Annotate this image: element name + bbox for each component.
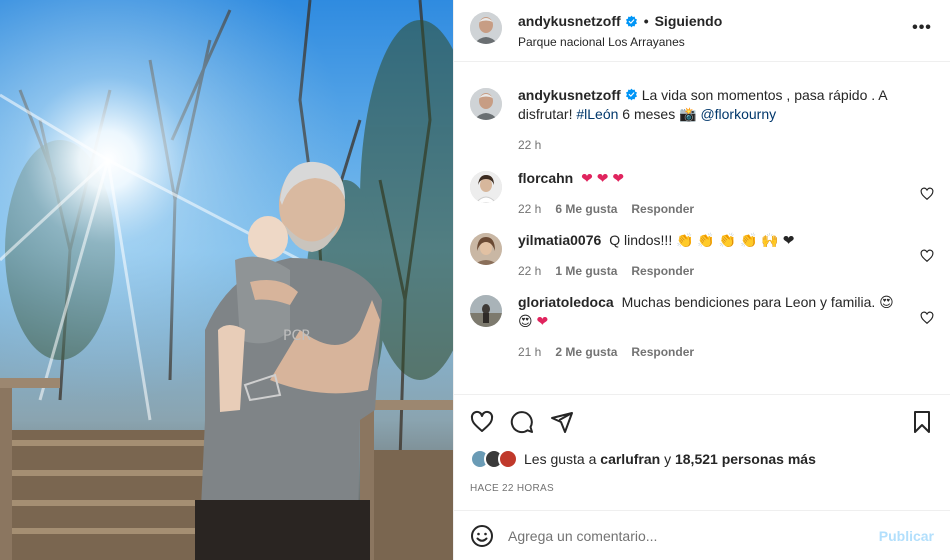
comment-username[interactable]: gloriatoledoca [518,294,614,310]
comment-avatar[interactable] [470,171,502,203]
like-comment-heart-icon[interactable] [920,187,934,201]
liker-avatar [498,449,518,469]
comment-emoji: 👏 👏 👏 👏 🙌 ❤ [676,232,795,248]
caption-mention[interactable]: @florkourny [700,106,776,122]
like-heart-icon[interactable] [470,410,494,434]
verified-badge-icon [625,88,637,101]
comment-username[interactable]: yilmatia0076 [518,232,601,248]
comment-text: Q lindos!!! [609,232,673,248]
separator-dot: • [643,13,649,29]
likes-prefix: Les gusta a [524,451,597,467]
comment-likes[interactable]: 6 Me gusta [555,200,617,219]
likes-count[interactable]: 18,521 personas más [675,451,816,467]
reply-button[interactable]: Responder [631,343,694,362]
post-location[interactable]: Parque nacional Los Arrayanes [518,33,910,51]
emoji-smiley-icon[interactable] [470,524,494,548]
post-photo[interactable]: PCR [0,0,453,560]
comment-likes[interactable]: 1 Me gusta [555,262,617,281]
reply-button[interactable]: Responder [631,262,694,281]
comment-avatar[interactable] [470,233,502,265]
post-timestamp[interactable]: HACE 22 HORAS [470,483,934,494]
liker-username[interactable]: carlufran [600,451,660,467]
post-header: andykusnetzoff • Siguiendo Parque nacion… [454,0,950,62]
comment-bubble-icon[interactable] [510,410,534,434]
caption-time[interactable]: 22 h [518,136,541,155]
svg-text:PCR: PCR [283,328,311,344]
comment-likes[interactable]: 2 Me gusta [555,343,617,362]
caption-avatar[interactable] [470,88,502,120]
comment-time[interactable]: 22 h [518,262,541,281]
post-image: PCR [0,0,453,560]
like-comment-heart-icon[interactable] [920,249,934,263]
add-comment-bar: Publicar [454,510,950,560]
more-options-icon[interactable]: ••• [910,16,934,40]
author-avatar[interactable] [470,12,502,44]
reply-button[interactable]: Responder [631,200,694,219]
comments-section[interactable]: andykusnetzoff La vida son momentos , pas… [454,72,950,394]
comment-item: florcahn ❤ ❤ ❤ 22 h 6 Me gusta Responder [470,169,934,219]
caption: andykusnetzoff La vida son momentos , pas… [470,86,934,155]
comment-emoji-2: ❤ [536,313,549,329]
comment-time[interactable]: 22 h [518,200,541,219]
comment-text: Muchas bendiciones para Leon y familia. [621,294,876,310]
publish-button[interactable]: Publicar [879,528,934,544]
comment-avatar[interactable] [470,295,502,327]
comment-time[interactable]: 21 h [518,343,541,362]
comment-emoji: ❤ ❤ ❤ [581,170,625,186]
comment-input[interactable] [508,527,879,544]
comment-username[interactable]: florcahn [518,170,573,186]
likes-conj: y [664,451,672,467]
post-panel: andykusnetzoff • Siguiendo Parque nacion… [453,0,950,560]
caption-hashtag[interactable]: #lLeón [576,106,618,122]
caption-text2: 6 meses [622,106,676,122]
save-bookmark-icon[interactable] [910,410,934,434]
verified-badge-icon [625,15,637,27]
like-comment-heart-icon[interactable] [920,311,934,325]
comment-item: gloriatoledoca Muchas bendiciones para L… [470,293,934,362]
likes-summary: Les gusta a carlufran y 18,521 personas … [470,449,934,469]
author-username[interactable]: andykusnetzoff [518,12,621,30]
camera-emoji: 📸 [679,106,697,122]
follow-status-button[interactable]: Siguiendo [655,12,723,30]
comment-item: yilmatia0076 Q lindos!!! 👏 👏 👏 👏 🙌 ❤ 22 … [470,231,934,281]
caption-username[interactable]: andykusnetzoff [518,87,621,103]
post-actions: Les gusta a carlufran y 18,521 personas … [454,394,950,494]
share-send-icon[interactable] [550,410,574,434]
